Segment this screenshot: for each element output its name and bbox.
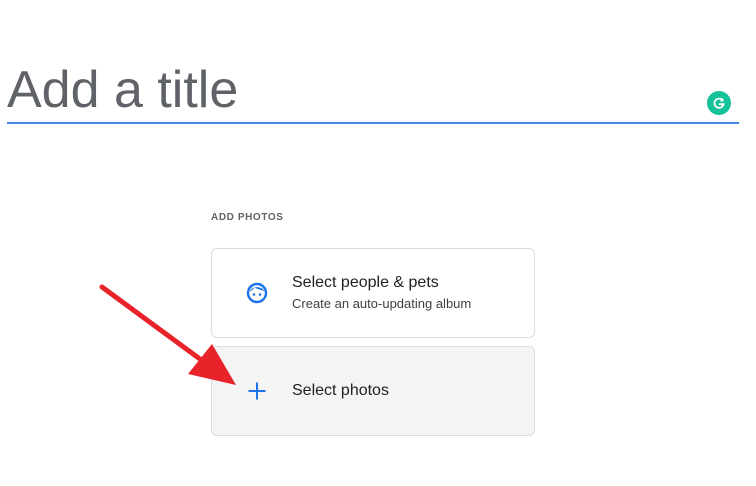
- plus-icon: [245, 379, 269, 403]
- photos-card-title: Select photos: [292, 382, 389, 399]
- grammarly-icon[interactable]: [707, 91, 731, 115]
- face-icon: [245, 281, 269, 305]
- select-photos-button[interactable]: Select photos: [211, 346, 535, 436]
- add-photos-heading: ADD PHOTOS: [211, 212, 284, 223]
- people-card-subtitle: Create an auto-updating album: [292, 296, 472, 311]
- album-editor-page: ADD PHOTOS Select people & pets Create a…: [0, 0, 756, 486]
- photos-card-text: Select photos: [292, 381, 389, 401]
- album-title-input[interactable]: [7, 58, 697, 122]
- people-card-title: Select people & pets: [292, 274, 439, 291]
- album-title-field[interactable]: [7, 58, 739, 124]
- select-people-pets-button[interactable]: Select people & pets Create an auto-upda…: [211, 248, 535, 338]
- people-card-text: Select people & pets Create an auto-upda…: [292, 273, 471, 313]
